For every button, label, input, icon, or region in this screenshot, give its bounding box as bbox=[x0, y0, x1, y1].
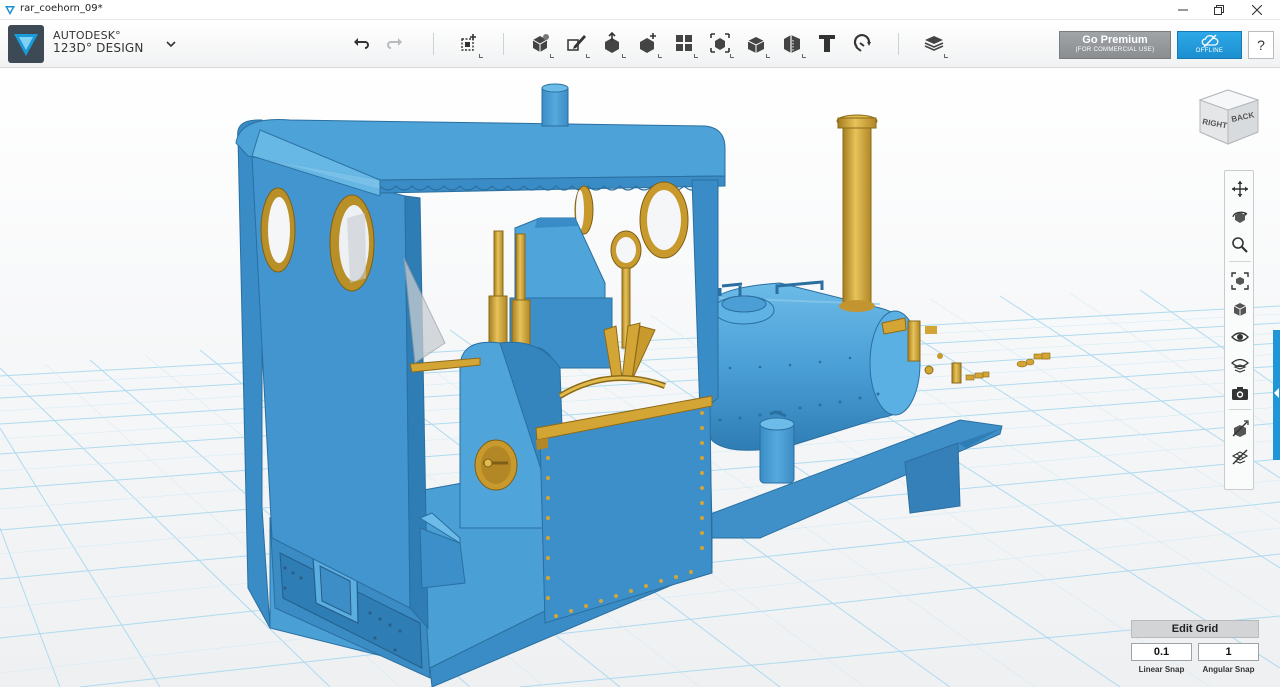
nav-separator bbox=[1229, 409, 1251, 410]
modify-button[interactable] bbox=[636, 31, 662, 58]
construct-icon bbox=[605, 32, 619, 53]
measure-button[interactable] bbox=[780, 31, 806, 58]
grouping-button[interactable] bbox=[708, 31, 734, 58]
angular-snap-label: Angular Snap bbox=[1202, 665, 1255, 674]
fit-button[interactable] bbox=[1228, 269, 1252, 293]
camera-button[interactable] bbox=[1228, 381, 1252, 405]
go-premium-sublabel: (FOR COMMERCIAL USE) bbox=[1075, 47, 1155, 53]
go-premium-button[interactable]: Go Premium (FOR COMMERCIAL USE) bbox=[1059, 31, 1171, 59]
navigation-bar bbox=[1224, 170, 1254, 490]
text-button[interactable] bbox=[815, 31, 839, 55]
linear-snap-label: Linear Snap bbox=[1138, 665, 1185, 674]
collapse-arrow-icon bbox=[1274, 388, 1279, 398]
snap-icon bbox=[853, 34, 871, 52]
orbit-button[interactable] bbox=[1228, 205, 1252, 229]
model-scene[interactable] bbox=[0, 68, 1280, 687]
grid-toggle-button[interactable] bbox=[1228, 445, 1252, 469]
document-title: rar_coehorn_09* bbox=[20, 3, 103, 14]
toolbar-separator bbox=[898, 33, 899, 55]
text-icon bbox=[819, 35, 835, 52]
title-bar: rar_coehorn_09* bbox=[0, 0, 1280, 20]
autodesk-logo-icon[interactable] bbox=[8, 25, 44, 63]
angular-snap-input[interactable]: 1 bbox=[1198, 643, 1259, 661]
offline-label: OFFLINE bbox=[1195, 48, 1224, 54]
3d-viewport[interactable]: RIGHT BACK Edit Grid 0.1 1 Linear Snap A… bbox=[0, 68, 1280, 687]
grid-toggle-icon bbox=[1231, 449, 1249, 465]
toolbar-separator bbox=[433, 33, 434, 55]
transform-icon bbox=[461, 34, 476, 51]
undo-button[interactable] bbox=[349, 31, 373, 55]
snap-button[interactable] bbox=[851, 31, 875, 55]
transform-button[interactable] bbox=[457, 31, 483, 58]
sketch-icon bbox=[567, 35, 586, 51]
linear-snap-input[interactable]: 0.1 bbox=[1131, 643, 1192, 661]
locomotive-model[interactable] bbox=[235, 83, 1051, 687]
camera-icon bbox=[1232, 387, 1248, 400]
offline-button[interactable]: OFFLINE bbox=[1177, 31, 1242, 59]
solid-toggle-button[interactable] bbox=[1228, 417, 1252, 441]
visibility-button[interactable] bbox=[1228, 325, 1252, 349]
measure-icon bbox=[784, 35, 800, 53]
toolbar-separator bbox=[503, 33, 504, 55]
material-view-icon bbox=[1231, 358, 1249, 373]
construct-button[interactable] bbox=[600, 31, 626, 58]
edit-grid-button[interactable]: Edit Grid bbox=[1131, 620, 1259, 638]
solid-toggle-icon bbox=[1232, 420, 1249, 437]
redo-button[interactable] bbox=[383, 31, 407, 55]
sketch-button[interactable] bbox=[564, 31, 590, 58]
brand-label: AUTODESK° 123D° DESIGN bbox=[53, 30, 144, 55]
grouping-icon bbox=[710, 33, 730, 53]
zoom-icon bbox=[1232, 237, 1248, 253]
material-button[interactable] bbox=[922, 31, 948, 58]
brand-line2: 123D° DESIGN bbox=[53, 41, 144, 55]
view-cube[interactable]: RIGHT BACK bbox=[1198, 86, 1260, 148]
nav-separator bbox=[1229, 261, 1251, 262]
close-button[interactable] bbox=[1238, 0, 1276, 20]
modify-icon bbox=[640, 33, 656, 53]
pattern-icon bbox=[676, 35, 692, 51]
pattern-button[interactable] bbox=[672, 31, 698, 58]
fit-icon bbox=[1231, 272, 1249, 290]
combine-icon bbox=[747, 37, 765, 53]
close-icon bbox=[1252, 5, 1262, 15]
zoom-button[interactable] bbox=[1228, 233, 1252, 257]
primitives-icon bbox=[532, 34, 549, 52]
orbit-icon bbox=[1232, 211, 1248, 223]
material-icon bbox=[924, 36, 944, 51]
restore-icon bbox=[1214, 5, 1224, 15]
pan-icon bbox=[1232, 181, 1248, 197]
view-button[interactable] bbox=[1228, 297, 1252, 321]
help-button[interactable]: ? bbox=[1248, 31, 1274, 59]
combine-button[interactable] bbox=[744, 31, 770, 58]
pan-button[interactable] bbox=[1228, 177, 1252, 201]
minimize-icon bbox=[1178, 9, 1188, 11]
edit-grid-panel: Edit Grid 0.1 1 Linear Snap Angular Snap bbox=[1131, 620, 1259, 684]
side-panel-toggle[interactable] bbox=[1273, 330, 1280, 460]
view-icon bbox=[1233, 303, 1247, 316]
go-premium-label: Go Premium bbox=[1082, 34, 1148, 46]
app-icon bbox=[5, 6, 15, 15]
material-view-button[interactable] bbox=[1228, 353, 1252, 377]
visibility-icon bbox=[1231, 332, 1249, 342]
redo-icon bbox=[387, 38, 402, 49]
cloud-offline-icon bbox=[1201, 34, 1218, 48]
minimize-button[interactable] bbox=[1164, 0, 1202, 20]
primitives-button[interactable] bbox=[528, 31, 554, 58]
undo-icon bbox=[354, 38, 369, 49]
restore-button[interactable] bbox=[1200, 0, 1238, 20]
chevron-down-icon[interactable] bbox=[164, 37, 178, 51]
